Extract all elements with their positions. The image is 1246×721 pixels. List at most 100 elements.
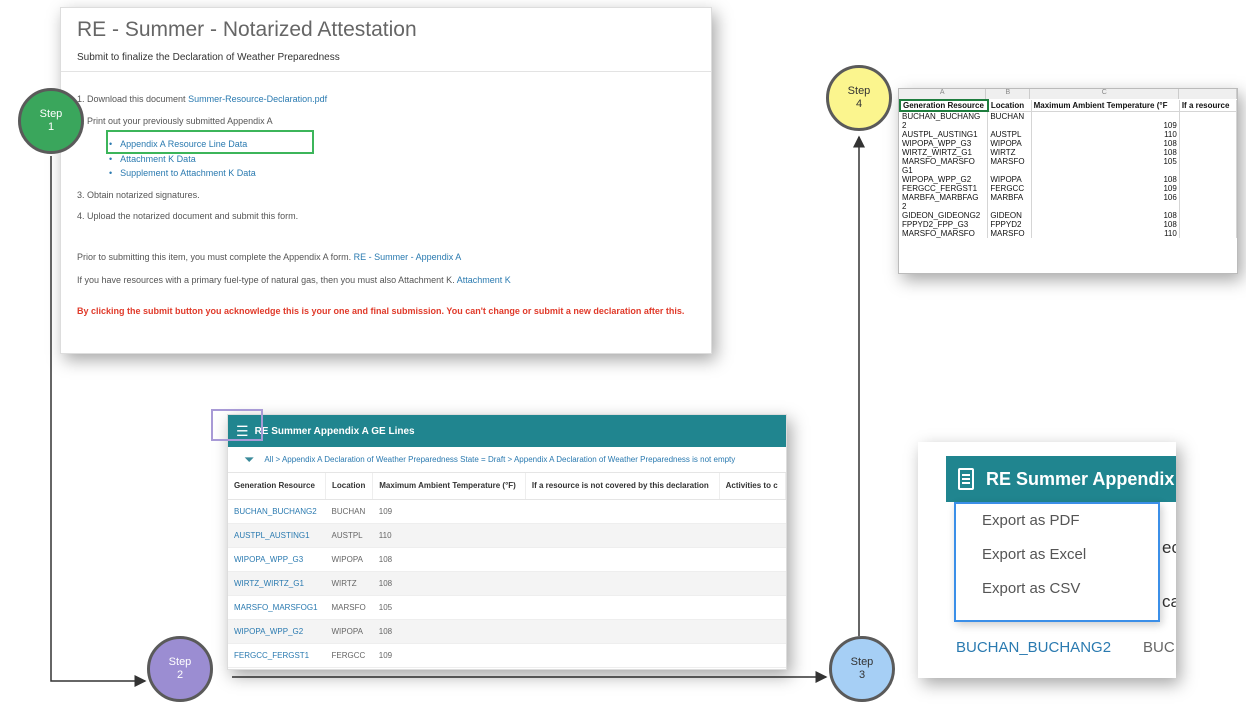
excel-cell[interactable] [1179,220,1237,229]
excel-cell[interactable]: 108 [1031,211,1180,220]
table-row[interactable]: BUCHAN_BUCHANG2 BUCHAN 109 [228,499,786,524]
resource-link[interactable]: WIRTZ_WIRTZ_G1 [228,571,326,596]
attachment-k-link[interactable]: Attachment K Data [109,154,196,164]
resource-link[interactable]: BUCHAN_BUCHANG2 [228,499,326,524]
table-cell: 108 [372,619,526,644]
excel-cell[interactable] [1179,111,1237,121]
excel-cell[interactable] [987,121,1032,130]
column-header[interactable]: If a resource is not covered by this dec… [525,473,720,500]
excel-cell[interactable]: FERGCC_FERGST1 [900,184,989,193]
declaration-pdf-link[interactable]: Summer-Resource-Declaration.pdf [188,94,327,104]
resource-link[interactable]: WIPOPA_WPP_G3 [228,547,326,572]
excel-cell[interactable] [987,202,1032,211]
resource-link[interactable]: WIPOPA_WPP_G2 [228,619,326,644]
excel-cell[interactable]: GIDEON [987,211,1032,220]
excel-cell[interactable]: G1 [900,166,989,175]
column-header[interactable]: Activities to c [719,473,786,500]
table-row[interactable]: FERGCC_FERGST1 FERGCC 109 [228,643,786,668]
excel-cell[interactable] [1031,166,1180,175]
resource-row-link[interactable]: BUCHAN_BUCHANG2 [956,639,1111,656]
excel-cell[interactable]: 2 [900,202,989,211]
excel-cell[interactable] [1179,130,1237,139]
excel-cell[interactable]: 108 [1031,220,1180,229]
excel-cell[interactable] [1179,139,1237,148]
excel-cell[interactable] [1179,229,1237,238]
excel-cell[interactable] [1179,184,1237,193]
excel-header-cell[interactable]: Generation Resource [899,99,989,112]
excel-cell[interactable]: MARBFA_MARBFAG [900,193,989,202]
excel-cell[interactable]: WIPOPA_WPP_G2 [900,175,989,184]
excel-cell[interactable]: 110 [1031,130,1180,139]
table-cell: AUSTPL [325,523,373,548]
excel-cell[interactable] [1179,148,1237,157]
resource-link[interactable]: AUSTPL_AUSTING1 [228,523,326,548]
resource-link[interactable]: MARSFO_MARSFOG1 [228,595,326,620]
excel-cell[interactable] [1179,121,1237,130]
excel-cell[interactable]: MARSFO [987,157,1032,166]
column-header[interactable]: Maximum Ambient Temperature (°F) [372,473,526,500]
excel-cell[interactable]: AUSTPL_AUSTING1 [900,130,989,139]
excel-cell[interactable]: MARSFO_MARSFO [900,229,989,238]
excel-cell[interactable]: 110 [1031,229,1180,238]
excel-cell[interactable]: WIRTZ [987,148,1032,157]
table-cell [719,571,786,596]
excel-cell[interactable]: MARSFO [987,229,1032,238]
excel-cell[interactable]: WIPOPA_WPP_G3 [900,139,989,148]
table-row[interactable]: WIRTZ_WIRTZ_G1 WIRTZ 108 [228,571,786,596]
export-excel-option[interactable]: Export as Excel [956,538,1158,572]
excel-cell[interactable] [1179,175,1237,184]
excel-cell[interactable]: FERGCC [987,184,1032,193]
excel-cell[interactable]: BUCHAN_BUCHANG [900,111,989,121]
list-document-icon[interactable] [958,468,974,490]
excel-cell[interactable] [1179,193,1237,202]
excel-cell[interactable]: FPPYD2 [987,220,1032,229]
excel-cell[interactable]: WIPOPA [987,139,1032,148]
table-row[interactable]: MARSFO_MARSFOG1 MARSFO 105 [228,595,786,620]
column-header[interactable]: Generation Resource [228,473,326,500]
excel-cell[interactable]: 108 [1031,148,1180,157]
appendix-a-form-link[interactable]: RE - Summer - Appendix A [354,252,462,262]
excel-cell[interactable]: 108 [1031,139,1180,148]
excel-cell[interactable] [1031,202,1180,211]
filter-breadcrumb: ⏷ All > Appendix A Declaration of Weathe… [228,447,786,473]
excel-cell[interactable] [1179,157,1237,166]
excel-cell[interactable]: 2 [900,121,989,130]
export-pdf-option[interactable]: Export as PDF [956,504,1158,538]
excel-cell[interactable]: 109 [1031,184,1180,193]
excel-cell[interactable] [1179,166,1237,175]
supplement-attachment-k-link[interactable]: Supplement to Attachment K Data [109,168,256,178]
attachment-k-form-link[interactable]: Attachment K [457,275,511,285]
excel-cell[interactable]: MARBFA [987,193,1032,202]
excel-cell[interactable]: AUSTPL [987,130,1032,139]
excel-cell[interactable]: 108 [1031,175,1180,184]
excel-cell[interactable]: GIDEON_GIDEONG2 [900,211,989,220]
column-header[interactable]: Location [325,473,374,500]
filter-text[interactable]: All > Appendix A Declaration of Weather … [264,455,735,464]
resource-link[interactable]: FERGCC_FERGST1 [228,643,326,668]
excel-cell[interactable]: BUCHAN [987,111,1032,121]
export-csv-option[interactable]: Export as CSV [956,572,1158,606]
excel-header-cell[interactable]: If a resource [1179,100,1237,112]
excel-cell[interactable]: WIRTZ_WIRTZ_G1 [900,148,989,157]
export-dropdown: Export as PDF Export as Excel Export as … [954,502,1160,622]
table-row[interactable]: WIPOPA_WPP_G3 WIPOPA 108 [228,547,786,572]
excel-cell[interactable]: MARSFO_MARSFO [900,157,989,166]
excel-cell[interactable] [1031,111,1180,121]
page-subtitle: Submit to finalize the Declaration of We… [77,52,340,63]
excel-cell[interactable]: 105 [1031,157,1180,166]
excel-cell[interactable] [1179,211,1237,220]
table-row[interactable]: AUSTPL_AUSTING1 AUSTPL 110 [228,523,786,548]
excel-header-cell[interactable]: Location [987,100,1032,112]
excel-cell[interactable] [1179,202,1237,211]
table-cell [719,595,786,620]
excel-cell[interactable]: 106 [1031,193,1180,202]
attestation-panel: RE - Summer - Notarized Attestation Subm… [60,7,712,354]
excel-cell[interactable] [987,166,1032,175]
col-letter [1179,89,1237,99]
excel-cell[interactable]: 109 [1031,121,1180,130]
excel-cell[interactable]: FPPYD2_FPP_G3 [900,220,989,229]
excel-header-cell[interactable]: Maximum Ambient Temperature (°F [1031,100,1180,112]
table-row[interactable]: WIPOPA_WPP_G2 WIPOPA 108 [228,619,786,644]
excel-cell[interactable]: WIPOPA [987,175,1032,184]
filter-icon[interactable]: ⏷ [244,452,254,468]
